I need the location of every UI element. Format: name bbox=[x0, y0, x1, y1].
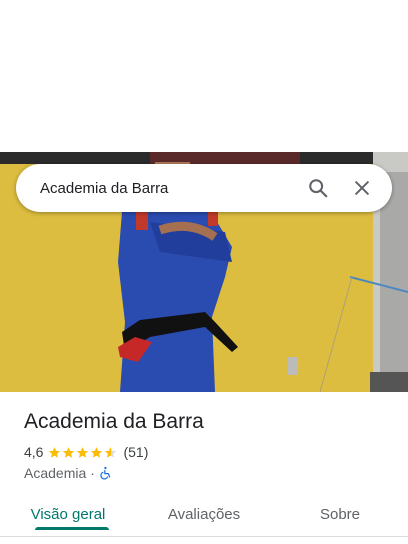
separator-dot: · bbox=[90, 465, 95, 481]
close-icon[interactable] bbox=[346, 172, 378, 204]
search-input[interactable]: Academia da Barra bbox=[40, 180, 290, 197]
search-bar[interactable]: Academia da Barra bbox=[16, 164, 392, 212]
tab-bar: Visão geral Avaliações Sobre bbox=[0, 492, 408, 536]
place-title: Academia da Barra bbox=[24, 410, 204, 433]
place-category: Academia bbox=[24, 465, 87, 481]
half-star-icon bbox=[105, 446, 117, 458]
search-icon[interactable] bbox=[302, 172, 334, 204]
star-icon bbox=[63, 446, 75, 458]
star-icon bbox=[49, 446, 61, 458]
star-icon bbox=[91, 446, 103, 458]
rating-value: 4,6 bbox=[24, 444, 44, 460]
category-row: Academia · bbox=[24, 465, 113, 481]
rating-row[interactable]: 4,6 (51) bbox=[24, 444, 148, 460]
rating-stars bbox=[48, 446, 118, 459]
star-icon bbox=[77, 446, 89, 458]
review-count[interactable]: (51) bbox=[123, 444, 148, 460]
tab-reviews[interactable]: Avaliações bbox=[136, 492, 272, 536]
tab-divider bbox=[0, 536, 408, 537]
wheelchair-icon[interactable] bbox=[99, 466, 113, 480]
tab-overview[interactable]: Visão geral bbox=[0, 492, 136, 536]
tab-about[interactable]: Sobre bbox=[272, 492, 408, 536]
